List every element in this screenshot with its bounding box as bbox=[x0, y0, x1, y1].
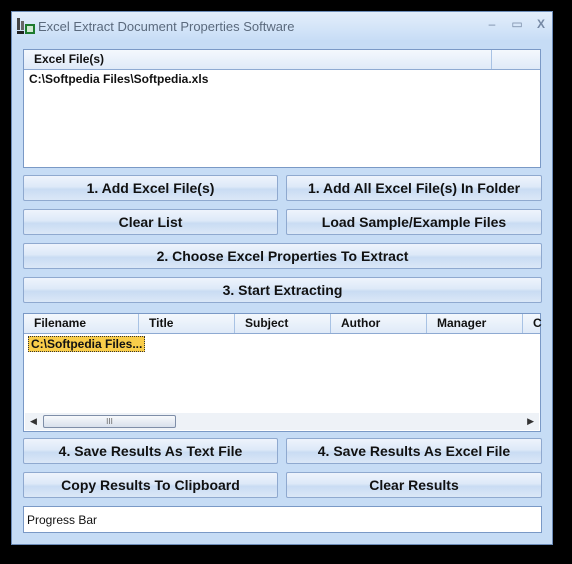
minimize-button[interactable]: – bbox=[484, 17, 500, 31]
excel-files-list[interactable]: Excel File(s) C:\Softpedia Files\Softped… bbox=[23, 49, 541, 168]
start-extracting-button[interactable]: 3. Start Extracting bbox=[23, 277, 542, 303]
choose-properties-button[interactable]: 2. Choose Excel Properties To Extract bbox=[23, 243, 542, 269]
scroll-left-icon[interactable]: ◀ bbox=[30, 416, 37, 427]
excel-app-icon bbox=[17, 18, 35, 34]
results-header: Filename Title Subject Author Manager C bbox=[24, 314, 543, 334]
results-row-filename[interactable]: C:\Softpedia Files... bbox=[28, 336, 146, 352]
progress-bar: Progress Bar bbox=[23, 506, 542, 533]
results-list[interactable]: Filename Title Subject Author Manager C … bbox=[23, 313, 543, 432]
add-folder-button[interactable]: 1. Add All Excel File(s) In Folder bbox=[286, 175, 542, 201]
app-window: Excel Extract Document Properties Softwa… bbox=[11, 11, 553, 545]
save-excel-file-button[interactable]: 4. Save Results As Excel File bbox=[286, 438, 542, 464]
clear-list-button[interactable]: Clear List bbox=[23, 209, 278, 235]
progress-label: Progress Bar bbox=[27, 513, 98, 527]
column-header-filename[interactable]: Filename bbox=[24, 314, 139, 333]
maximize-button[interactable]: ▭ bbox=[509, 17, 525, 31]
scroll-right-icon[interactable]: ▶ bbox=[527, 416, 534, 427]
scrollbar-thumb[interactable]: III bbox=[43, 415, 176, 428]
column-header-author[interactable]: Author bbox=[331, 314, 427, 333]
column-header-title[interactable]: Title bbox=[139, 314, 235, 333]
load-sample-button[interactable]: Load Sample/Example Files bbox=[286, 209, 542, 235]
window-title: Excel Extract Document Properties Softwa… bbox=[38, 19, 295, 34]
close-button[interactable]: X bbox=[533, 17, 549, 31]
clear-results-button[interactable]: Clear Results bbox=[286, 472, 542, 498]
files-list-header: Excel File(s) bbox=[24, 50, 540, 70]
column-header-manager[interactable]: Manager bbox=[427, 314, 523, 333]
column-header-excel-files[interactable]: Excel File(s) bbox=[24, 50, 492, 69]
title-bar[interactable]: Excel Extract Document Properties Softwa… bbox=[12, 12, 552, 40]
column-header-subject[interactable]: Subject bbox=[235, 314, 331, 333]
save-text-file-button[interactable]: 4. Save Results As Text File bbox=[23, 438, 278, 464]
horizontal-scrollbar[interactable]: ◀ III ▶ bbox=[25, 413, 539, 430]
copy-clipboard-button[interactable]: Copy Results To Clipboard bbox=[23, 472, 278, 498]
file-list-item[interactable]: C:\Softpedia Files\Softpedia.xls bbox=[29, 72, 208, 86]
add-excel-files-button[interactable]: 1. Add Excel File(s) bbox=[23, 175, 278, 201]
column-header-company[interactable]: C bbox=[523, 314, 543, 333]
